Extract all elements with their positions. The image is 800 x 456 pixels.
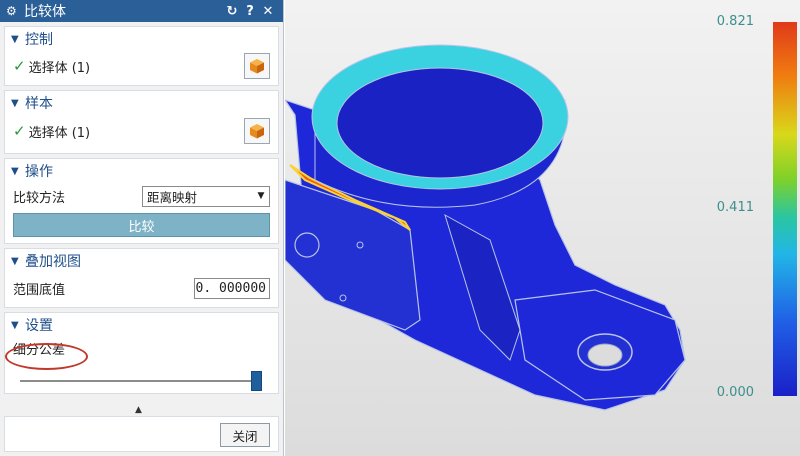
cylinder-bore [336, 67, 544, 179]
control-select-label: 选择体 (1) [28, 60, 91, 76]
cube-icon [250, 124, 264, 139]
control-section: ▼ 控制 ✓ 选择体 (1) [4, 26, 279, 86]
compare-button[interactable]: 比较 [13, 213, 270, 237]
close-icon[interactable]: ✕ [259, 4, 277, 19]
method-label: 比较方法 [13, 190, 66, 206]
highlight-annotation [5, 343, 88, 370]
range-value-input[interactable]: 0. 000000 [194, 277, 270, 299]
method-dropdown-value: 距离映射 [147, 189, 198, 205]
collapse-arrow-icon: ▼ [11, 165, 19, 177]
method-dropdown[interactable]: 距离映射 ▼ [142, 185, 270, 207]
close-button[interactable]: 关闭 [220, 423, 270, 447]
collapse-arrow-icon: ▼ [11, 255, 19, 267]
settings-section-title: 设置 [25, 318, 53, 334]
settings-section-header[interactable]: ▼ 设置 [5, 313, 278, 337]
help-icon[interactable]: ? [241, 4, 259, 19]
control-section-title: 控制 [25, 32, 53, 48]
dialog-titlebar: ⚙ 比较体 ↻ ? ✕ [0, 0, 283, 22]
range-label: 范围底值 [13, 282, 66, 298]
control-section-header[interactable]: ▼ 控制 [5, 27, 278, 51]
collapse-arrow-icon: ▼ [11, 97, 19, 109]
select-body-button[interactable] [244, 53, 270, 79]
legend-max-label: 0.821 [716, 14, 754, 29]
operation-section-header[interactable]: ▼ 操作 [5, 159, 278, 183]
sample-section-header[interactable]: ▼ 样本 [5, 91, 278, 115]
overlay-view-section-title: 叠加视图 [25, 254, 81, 270]
mounting-hole-inner [587, 343, 623, 367]
cube-icon [250, 59, 264, 74]
legend-mid-label: 0.411 [716, 200, 754, 215]
method-row: 比较方法 距离映射 ▼ [5, 183, 278, 209]
sample-section: ▼ 样本 ✓ 选择体 (1) [4, 90, 279, 154]
legend-min-label: 0.000 [716, 385, 754, 400]
select-sample-body-button[interactable] [244, 118, 270, 144]
collapse-up-icon[interactable]: ▲ [135, 405, 142, 415]
chevron-down-icon: ▼ [257, 191, 265, 201]
control-select-row: ✓ 选择体 (1) [5, 51, 278, 81]
overlay-view-section: ▼ 叠加视图 范围底值 0. 000000 [4, 248, 279, 308]
graphics-viewport[interactable]: 0.821 0.411 0.000 [285, 0, 800, 456]
sample-section-title: 样本 [25, 96, 53, 112]
bracket-hole [294, 232, 320, 258]
collapse-arrow-icon: ▼ [11, 33, 19, 45]
collapse-arrow-icon: ▼ [11, 319, 19, 331]
tolerance-slider-track[interactable] [20, 380, 260, 382]
operation-section-title: 操作 [25, 164, 53, 180]
sample-select-row: ✓ 选择体 (1) [5, 115, 278, 147]
checkmark-icon: ✓ [13, 57, 26, 75]
tolerance-slider-thumb[interactable] [251, 371, 262, 391]
operation-section: ▼ 操作 比较方法 距离映射 ▼ 比较 [4, 158, 279, 244]
range-row: 范围底值 0. 000000 [5, 273, 278, 303]
compare-bodies-dialog: ⚙ 比较体 ↻ ? ✕ ▼ 控制 ✓ 选择体 (1) ▼ 样本 ✓ 选择体 (1… [0, 0, 284, 456]
dialog-footer: 关闭 [4, 416, 279, 452]
color-legend-bar [773, 22, 797, 396]
dialog-title: 比较体 [24, 4, 66, 20]
sample-select-label: 选择体 (1) [28, 125, 91, 141]
gear-icon[interactable]: ⚙ [6, 4, 20, 18]
reset-icon[interactable]: ↻ [223, 4, 241, 19]
overlay-view-section-header[interactable]: ▼ 叠加视图 [5, 249, 278, 273]
checkmark-icon: ✓ [13, 122, 26, 140]
